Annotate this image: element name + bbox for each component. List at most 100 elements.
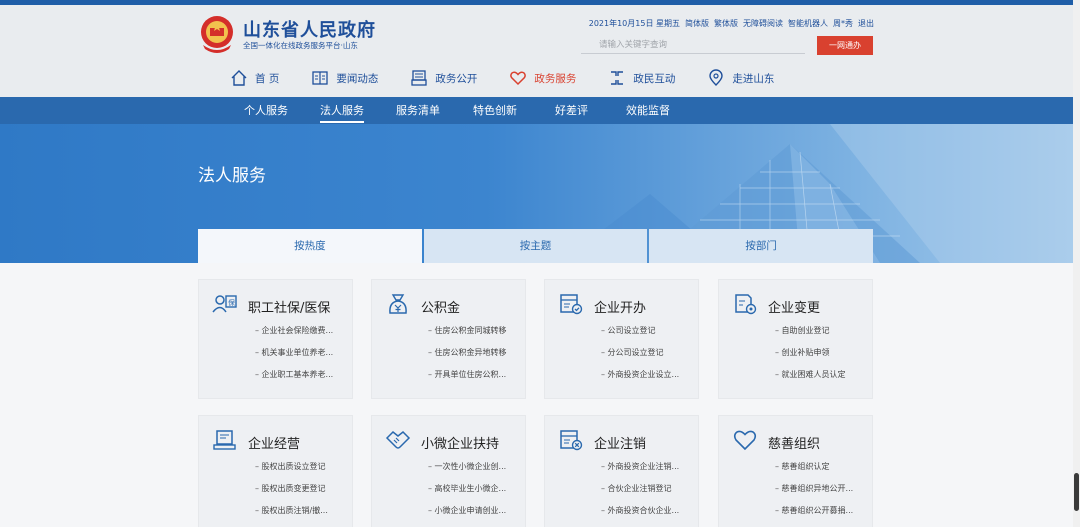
charity-heart-icon [733,430,757,451]
tab-by-department[interactable]: 按部门 [649,229,874,263]
card-title: 职工社保/医保 [248,301,331,316]
list-item[interactable]: 慈善组织公开募捐... [775,504,854,526]
card-list: 公司设立登记 分公司设立登记 外商投资企业设立... [601,324,680,390]
heart-icon [510,71,527,86]
interaction-icon [611,71,624,85]
handshake-icon [385,430,411,449]
robot-link[interactable]: 智能机器人 [788,18,828,29]
list-item[interactable]: 股权出质注销/撤... [255,504,328,526]
nav-label: 首 页 [255,72,280,85]
list-item[interactable]: 住房公积金异地转移 [428,346,507,368]
tab-by-popularity[interactable]: 按热度 [198,229,422,263]
list-item[interactable]: 股权出质变更登记 [255,482,328,504]
list-item[interactable]: 一次性小微企业创... [428,460,507,482]
site-header: 山东省人民政府 全国一体化在线政务服务平台·山东 2021年10月15日 星期五… [0,5,1080,97]
scrollbar-thumb[interactable] [1074,473,1079,511]
card-title: 慈善组织 [768,437,821,452]
nav-gov-service[interactable]: 政务服务 [509,69,576,87]
card-title: 企业开办 [594,301,647,316]
subnav-innovation[interactable]: 特色创新 [473,97,517,124]
card-list: 一次性小微企业创... 高校毕业生小微企... 小微企业申请创业... [428,460,507,526]
list-item[interactable]: 高校毕业生小微企... [428,482,507,504]
list-item[interactable]: 合伙企业注销登记 [601,482,679,504]
scrollbar-track[interactable] [1073,0,1080,527]
location-icon [709,69,724,86]
subnav-supervision[interactable]: 效能监督 [626,97,670,124]
card-list: 股权出质设立登记 股权出质变更登记 股权出质注销/撤... [255,460,328,526]
list-item[interactable]: 外商投资企业注销... [601,460,680,482]
date-text: 2021年10月15日 星期五 [588,19,680,28]
service-card[interactable]: 企业变更 自助创业登记 创业补贴申领 就业困难人员认定 [718,279,873,399]
service-card[interactable]: 保 职工社保/医保 企业社会保险缴费... 机关事业单位养老... 企业职工基本… [198,279,353,399]
business-icon [213,430,236,450]
list-item[interactable]: 慈善组织认定 [775,460,853,482]
card-title: 企业经营 [248,437,301,452]
subnav-service-list[interactable]: 服务清单 [396,97,440,124]
search-input[interactable] [581,36,805,54]
service-card[interactable]: 慈善组织 慈善组织认定 慈善组织异地公开... 慈善组织公开募捐... [718,415,873,527]
nav-label: 政务公开 [435,72,478,85]
nav-label: 政民互动 [633,72,676,85]
card-list: 外商投资企业注销... 合伙企业注销登记 外商投资合伙企业... [601,460,680,526]
subnav-personal[interactable]: 个人服务 [244,97,288,124]
list-item[interactable]: 公司设立登记 [601,324,679,346]
list-item[interactable]: 外商投资合伙企业... [601,504,680,526]
list-item[interactable]: 外商投资企业设立... [601,368,680,390]
service-card[interactable]: 企业经营 股权出质设立登记 股权出质变更登记 股权出质注销/撤... [198,415,353,527]
list-item[interactable]: 自助创业登记 [775,324,846,346]
nav-interaction[interactable]: 政民互动 [608,69,675,87]
user-name[interactable]: 周*秀 [833,18,853,29]
main-nav: 首 页 要闻动态 政务公开 政务服务 政民互动 走进山东 [230,67,806,89]
list-item[interactable]: 股权出质设立登记 [255,460,328,482]
accessibility-link[interactable]: 无障碍阅读 [743,18,783,29]
nav-home[interactable]: 首 页 [230,69,279,87]
nav-news[interactable]: 要闻动态 [311,69,378,87]
company-change-icon [735,294,757,315]
search-button[interactable]: 一网通办 [817,36,873,55]
company-cancel-icon [560,430,583,451]
service-card[interactable]: 小微企业扶持 一次性小微企业创... 高校毕业生小微企... 小微企业申请创业.… [371,415,526,527]
logout-link[interactable]: 退出 [858,18,874,29]
card-list: 企业社会保险缴费... 机关事业单位养老... 企业职工基本养老... [255,324,334,390]
service-grid: 保 职工社保/医保 企业社会保险缴费... 机关事业单位养老... 企业职工基本… [0,263,1080,527]
simplified-link[interactable]: 简体版 [685,18,709,29]
subnav-legal-person[interactable]: 法人服务 [320,97,364,124]
list-item[interactable]: 机关事业单位养老... [255,346,334,368]
card-title: 小微企业扶持 [421,437,500,452]
list-item[interactable]: 企业社会保险缴费... [255,324,334,346]
card-list: 住房公积金同城转移 住房公积金异地转移 开具单位住房公积... [428,324,507,390]
list-item[interactable]: 住房公积金同城转移 [428,324,507,346]
social-insurance-icon: 保 [212,295,237,313]
site-title[interactable]: 山东省人民政府 [243,16,376,42]
list-item[interactable]: 分公司设立登记 [601,346,679,368]
home-icon [231,70,247,86]
site-subtitle: 全国一体化在线政务服务平台·山东 [243,41,358,50]
list-item[interactable]: 创业补贴申领 [775,346,846,368]
svg-text:保: 保 [228,298,235,307]
list-item[interactable]: 小微企业申请创业... [428,504,507,526]
list-item[interactable]: 开具单位住房公积... [428,368,507,390]
top-links: 2021年10月15日 星期五 简体版 繁体版 无障碍阅读 智能机器人 周*秀 … [589,18,874,29]
list-item[interactable]: 企业职工基本养老... [255,368,334,390]
national-emblem-icon [201,16,233,53]
page-title: 法人服务 [198,166,266,186]
tab-by-topic[interactable]: 按主题 [423,229,648,263]
service-card[interactable]: 公积金 住房公积金同城转移 住房公积金异地转移 开具单位住房公积... [371,279,526,399]
traditional-link[interactable]: 繁体版 [714,18,738,29]
nav-visit-shandong[interactable]: 走进山东 [707,69,774,87]
open-gov-icon [411,70,427,86]
company-open-icon [560,294,583,315]
nav-label: 走进山东 [732,72,775,85]
sub-nav: 个人服务 法人服务 服务清单 特色创新 好差评 效能监督 [0,97,1080,124]
subnav-review[interactable]: 好差评 [555,97,588,124]
card-title: 企业注销 [594,437,647,452]
service-card[interactable]: 企业注销 外商投资企业注销... 合伙企业注销登记 外商投资合伙企业... [544,415,699,527]
list-item[interactable]: 就业困难人员认定 [775,368,846,390]
list-item[interactable]: 慈善组织异地公开... [775,482,854,504]
nav-label: 要闻动态 [336,72,379,85]
service-card[interactable]: 企业开办 公司设立登记 分公司设立登记 外商投资企业设立... [544,279,699,399]
filter-tabs: 按热度 按主题 按部门 [198,229,874,263]
news-icon [312,71,328,85]
card-title: 企业变更 [768,301,821,316]
nav-open-gov[interactable]: 政务公开 [410,69,477,87]
